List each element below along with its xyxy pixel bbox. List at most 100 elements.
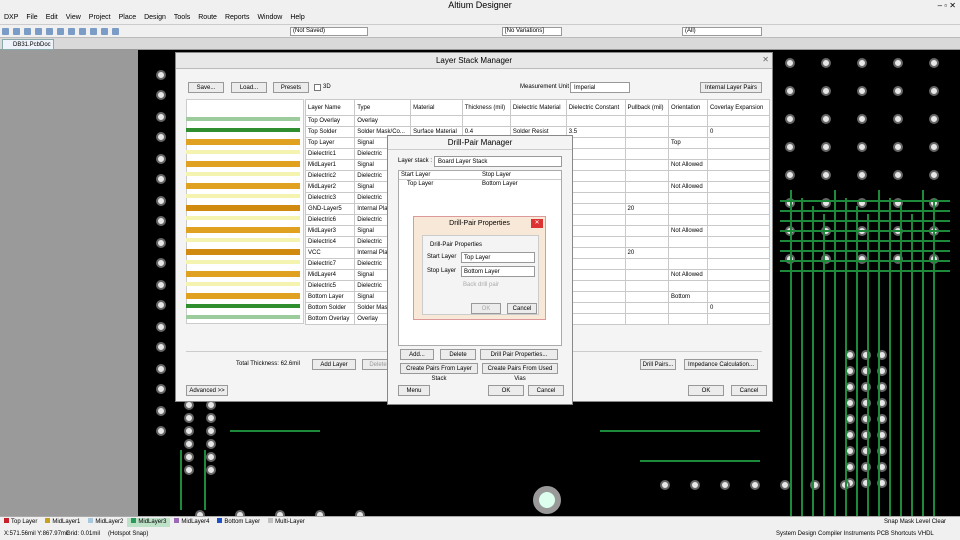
- table-cell[interactable]: [668, 302, 708, 314]
- table-cell[interactable]: [706, 247, 771, 259]
- table-cell[interactable]: [624, 170, 670, 182]
- dpp-ok-button[interactable]: OK: [471, 303, 501, 314]
- table-cell[interactable]: [565, 137, 626, 149]
- threed-checkbox[interactable]: [314, 84, 321, 91]
- menu-window[interactable]: Window: [253, 14, 286, 21]
- table-cell[interactable]: [624, 269, 670, 281]
- table-cell[interactable]: [565, 181, 626, 193]
- zoom-fit-icon[interactable]: [57, 28, 64, 35]
- variants-combo[interactable]: [No Variations]: [502, 27, 562, 36]
- table-cell[interactable]: [624, 225, 670, 237]
- layer-tab[interactable]: Top Layer: [0, 518, 41, 527]
- table-cell[interactable]: [565, 291, 626, 303]
- table-cell[interactable]: [624, 280, 670, 292]
- drill-pairs-button[interactable]: Drill Pairs...: [640, 359, 676, 370]
- table-cell[interactable]: Not Allowed: [668, 225, 708, 237]
- menu-tools[interactable]: Tools: [170, 14, 194, 21]
- tab-pcbdoc[interactable]: DB31.PcbDoc *: [2, 39, 54, 58]
- table-cell[interactable]: [706, 170, 771, 182]
- paste-icon[interactable]: [90, 28, 97, 35]
- table-cell[interactable]: [706, 280, 771, 292]
- table-cell[interactable]: [565, 302, 626, 314]
- table-cell[interactable]: MidLayer3: [304, 225, 356, 237]
- table-cell[interactable]: [624, 313, 670, 325]
- snap-control[interactable]: Clear: [932, 519, 946, 525]
- menu-button[interactable]: Menu: [398, 385, 430, 396]
- dpm-delete-button[interactable]: Delete: [440, 349, 476, 360]
- table-cell[interactable]: MidLayer1: [304, 159, 356, 171]
- table-cell[interactable]: Top Layer: [304, 137, 356, 149]
- table-cell[interactable]: [624, 181, 670, 193]
- table-cell[interactable]: [410, 115, 463, 127]
- table-cell[interactable]: MidLayer2: [304, 181, 356, 193]
- menu-edit[interactable]: Edit: [42, 14, 62, 21]
- snap-control[interactable]: Mask Level: [900, 519, 932, 525]
- close-icon[interactable]: ✕: [762, 55, 769, 64]
- start-layer-select[interactable]: Top Layer: [461, 252, 535, 263]
- layer-tab[interactable]: MidLayer4: [170, 518, 213, 527]
- table-cell[interactable]: GND-Layer5: [304, 203, 356, 215]
- cancel-button[interactable]: Cancel: [731, 385, 767, 396]
- table-cell[interactable]: [668, 203, 708, 215]
- table-cell[interactable]: [565, 203, 626, 215]
- layer-tab[interactable]: MidLayer1: [41, 518, 84, 527]
- table-cell[interactable]: [565, 159, 626, 171]
- table-cell[interactable]: [668, 258, 708, 270]
- save-icon[interactable]: [24, 28, 31, 35]
- table-cell[interactable]: [624, 291, 670, 303]
- table-cell[interactable]: 3.5: [565, 126, 626, 138]
- panel-shortcut[interactable]: Instruments: [844, 531, 877, 537]
- table-cell[interactable]: [461, 115, 511, 127]
- panel-shortcut[interactable]: System: [776, 531, 798, 537]
- table-cell[interactable]: [706, 159, 771, 171]
- table-cell[interactable]: [668, 214, 708, 226]
- table-cell[interactable]: Dielectric4: [304, 236, 356, 248]
- table-cell[interactable]: [706, 291, 771, 303]
- table-cell[interactable]: Bottom Layer: [304, 291, 356, 303]
- menu-dxp[interactable]: DXP: [0, 14, 22, 21]
- table-cell[interactable]: [668, 148, 708, 160]
- table-cell[interactable]: [706, 236, 771, 248]
- measurement-unit-select[interactable]: Imperial: [570, 82, 630, 93]
- table-cell[interactable]: MidLayer4: [304, 269, 356, 281]
- table-cell[interactable]: [706, 115, 771, 127]
- table-cell[interactable]: 0: [706, 302, 771, 314]
- table-cell[interactable]: Bottom Solder: [304, 302, 356, 314]
- advanced-button[interactable]: Advanced >>: [186, 385, 228, 396]
- table-cell[interactable]: [706, 137, 771, 149]
- cut-icon[interactable]: [68, 28, 75, 35]
- table-cell[interactable]: Overlay: [354, 115, 412, 127]
- table-cell[interactable]: Not Allowed: [668, 181, 708, 193]
- table-cell[interactable]: [624, 115, 670, 127]
- load-button[interactable]: Load...: [231, 82, 267, 93]
- create-from-stack-button[interactable]: Create Pairs From Layer Stack: [400, 363, 478, 382]
- table-cell[interactable]: 20: [624, 247, 670, 259]
- layer-tab[interactable]: MidLayer3: [127, 518, 171, 527]
- table-cell[interactable]: [565, 192, 626, 204]
- table-cell[interactable]: [668, 280, 708, 292]
- table-cell[interactable]: [668, 170, 708, 182]
- back-drill-checkbox[interactable]: Back drill pair: [463, 282, 499, 288]
- list-item[interactable]: Top Layer Bottom Layer: [399, 180, 561, 189]
- table-cell[interactable]: Dielectric1: [304, 148, 356, 160]
- table-cell[interactable]: [706, 181, 771, 193]
- save-button[interactable]: Save...: [188, 82, 224, 93]
- dpm-cancel-button[interactable]: Cancel: [528, 385, 564, 396]
- table-cell[interactable]: [624, 214, 670, 226]
- menu-project[interactable]: Project: [85, 14, 115, 21]
- menu-design[interactable]: Design: [140, 14, 170, 21]
- snap-control[interactable]: Snap: [884, 519, 900, 525]
- menu-place[interactable]: Place: [115, 14, 141, 21]
- dpm-ok-button[interactable]: OK: [488, 385, 524, 396]
- table-cell[interactable]: [565, 236, 626, 248]
- dpp-cancel-button[interactable]: Cancel: [507, 303, 537, 314]
- table-cell[interactable]: [624, 126, 670, 138]
- new-icon[interactable]: [2, 28, 9, 35]
- add-layer-button[interactable]: Add Layer: [312, 359, 356, 370]
- table-cell[interactable]: [624, 192, 670, 204]
- table-cell[interactable]: [565, 170, 626, 182]
- close-icon[interactable]: ✕: [531, 219, 543, 228]
- project-combo[interactable]: (Not Saved): [290, 27, 368, 36]
- table-cell[interactable]: [565, 115, 626, 127]
- table-cell[interactable]: [706, 148, 771, 160]
